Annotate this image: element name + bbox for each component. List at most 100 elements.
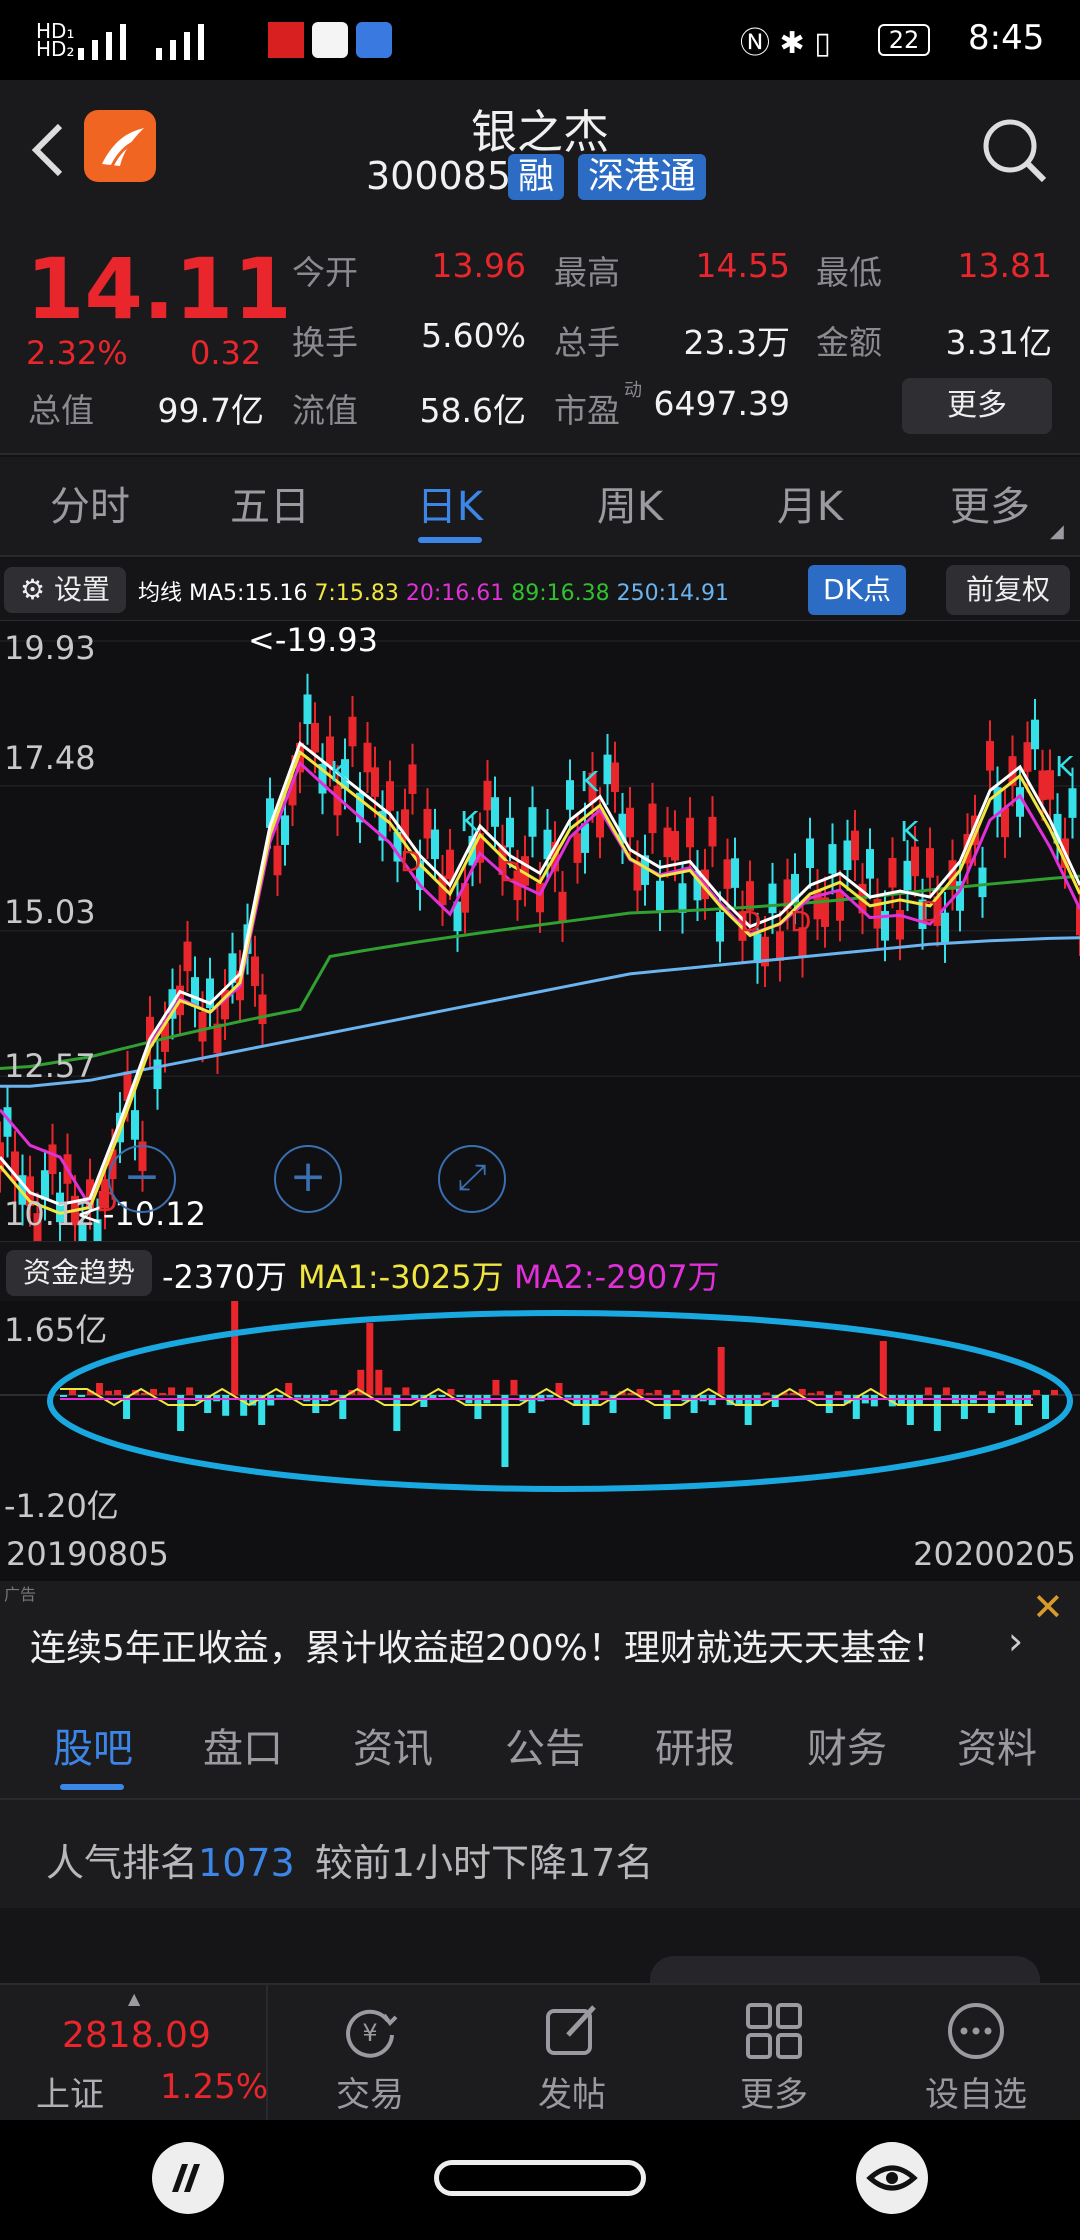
candle-body [723, 859, 732, 889]
fund-bar [879, 1341, 887, 1395]
popularity-row[interactable]: 人气排名1073 较前1小时下降17名 [0, 1800, 1080, 1908]
ma5-value: MA5:15.16 [189, 581, 308, 606]
home-pill[interactable] [434, 2160, 646, 2196]
label-high: 最高 [554, 253, 620, 292]
chart-settings-button[interactable]: ⚙ 设置 [4, 567, 126, 613]
fund-bar [1032, 1389, 1040, 1395]
value-float-cap: 58.6亿 [419, 391, 526, 430]
tab-weekly-k[interactable]: 周K [540, 457, 720, 557]
candle-body [836, 891, 844, 921]
fund-bar [978, 1391, 986, 1395]
value-pe: 6497.39 [653, 384, 790, 423]
k-marker: K [900, 815, 919, 848]
stock-header: 银之杰 300085 融 深港通 [0, 80, 1080, 230]
tab-order-book[interactable]: 盘口 [168, 1698, 318, 1800]
info-tabs: 股吧 盘口 资讯 公告 研报 财务 资料 [0, 1698, 1080, 1800]
post-button[interactable]: 发帖 [472, 1985, 672, 2122]
fund-y-top: 1.65亿 [4, 1311, 108, 1349]
tab-intraday[interactable]: 分时 [0, 457, 180, 557]
more-button[interactable]: 更多 [674, 1985, 874, 2122]
candle-body [686, 817, 694, 848]
value-high: 14.55 [695, 246, 790, 285]
ad-banner[interactable]: 广告 连续5年正收益，累计收益超200%！理财就选天天基金！ › ✕ [0, 1581, 1080, 1698]
candle-body [768, 883, 777, 914]
zoom-in-button[interactable]: + [274, 1145, 342, 1213]
index-percent: 1.25% [160, 2067, 269, 2107]
end-date: 20200205 [913, 1535, 1076, 1573]
tab-research[interactable]: 研报 [620, 1698, 770, 1800]
close-ad-button[interactable]: ✕ [1032, 1585, 1064, 1629]
status-bar: HD₁ HD₂ Ⓝ ✱ ▯ 22 8:45 [0, 0, 1080, 80]
chevron-right-icon[interactable]: › [1008, 1619, 1023, 1663]
fund-bar [366, 1323, 374, 1395]
tab-announcements[interactable]: 公告 [470, 1698, 620, 1800]
tab-five-day[interactable]: 五日 [180, 457, 360, 557]
fund-bar [456, 1395, 464, 1397]
fund-bar [753, 1395, 761, 1406]
fund-trend-selector[interactable]: 资金趋势 [6, 1250, 152, 1296]
candle-body [903, 860, 912, 891]
candle-body [1023, 742, 1032, 772]
start-date: 20190805 [6, 1535, 169, 1573]
ma20-value: 20:16.61 [405, 581, 505, 606]
tab-monthly-k[interactable]: 月K [720, 457, 900, 557]
fund-bar [1005, 1395, 1013, 1406]
adjust-mode-button[interactable]: 前复权 [946, 565, 1070, 615]
fund-bar [762, 1392, 770, 1395]
kline-chart[interactable]: KKKKKDDDDDD 19.93 17.48 15.03 12.57 10.1… [0, 621, 1080, 1274]
fund-bar [573, 1395, 581, 1406]
change-percent: 2.32% [26, 334, 128, 372]
app-shortcut-right[interactable] [856, 2142, 928, 2214]
date-axis: 20190805 20200205 [0, 1531, 1080, 1581]
index-widget[interactable]: ▲ 2818.09 上证 1.25% [0, 1985, 268, 2122]
search-button[interactable] [980, 116, 1050, 186]
candle-body [281, 815, 289, 845]
chart-toolbar: ⚙ 设置 均线 MA5:15.16 7:15.83 20:16.61 89:16… [0, 559, 1080, 621]
tab-news[interactable]: 资讯 [318, 1698, 468, 1800]
candle-body [1031, 719, 1039, 750]
fund-trend-chart[interactable]: 1.65亿 -1.20亿 [0, 1296, 1080, 1531]
quote-panel: 14.11 2.32% 0.32 今开 13.96 最高 14.55 最低 13… [0, 230, 1080, 455]
more-quote-button[interactable]: 更多 [902, 378, 1052, 434]
ma89-value: 89:16.38 [511, 581, 610, 606]
fund-trend-bar: 资金趋势 -2370万 MA1:-3025万 MA2:-2907万 [0, 1241, 1080, 1301]
d-marker: D [790, 905, 812, 938]
candle-body [386, 781, 394, 811]
ma250-value: 250:14.91 [616, 581, 729, 606]
app-shortcut-icon [172, 2164, 200, 2192]
zoom-out-button[interactable]: − [108, 1145, 176, 1213]
tab-profile[interactable]: 资料 [922, 1698, 1072, 1800]
candle-body [978, 867, 987, 898]
fund-bar [276, 1395, 284, 1398]
app-shortcut-left[interactable] [152, 2142, 224, 2214]
tab-more[interactable]: 更多 [900, 457, 1080, 557]
fullscreen-button[interactable]: ⤢ [438, 1145, 506, 1213]
candle-body [1076, 905, 1080, 936]
fund-bar [654, 1389, 662, 1395]
expand-icon: ⤢ [457, 1157, 487, 1198]
fund-bar [807, 1392, 815, 1395]
fund-bar [384, 1387, 392, 1395]
candle-body [183, 941, 192, 972]
fund-svg [0, 1296, 1080, 1492]
chart-settings-label: 设置 [54, 573, 111, 606]
dk-point-button[interactable]: DK点 [808, 565, 906, 615]
fund-bar [897, 1395, 905, 1406]
fund-bar [285, 1383, 293, 1395]
fund-ma1: MA1:-3025万 [298, 1258, 504, 1296]
fund-bar [816, 1391, 824, 1395]
add-watchlist-button[interactable]: 设自选 [876, 1985, 1076, 2122]
k-marker: K [1055, 750, 1074, 783]
fund-bar [402, 1387, 410, 1395]
value-market-cap: 99.7亿 [157, 391, 264, 430]
trade-button[interactable]: ¥ 交易 [270, 1985, 470, 2122]
popularity-text: 人气排名1073 较前1小时下降17名 [46, 1832, 653, 1887]
ma-legend: 均线 MA5:15.16 7:15.83 20:16.61 89:16.38 2… [138, 575, 729, 607]
candle-body [191, 977, 199, 1007]
tab-finance[interactable]: 财务 [772, 1698, 922, 1800]
value-low: 13.81 [957, 246, 1052, 285]
fund-bar [186, 1387, 194, 1395]
candle-body [311, 722, 319, 753]
candle-body [648, 803, 657, 834]
dropdown-corner-icon: ◢ [1050, 521, 1064, 542]
